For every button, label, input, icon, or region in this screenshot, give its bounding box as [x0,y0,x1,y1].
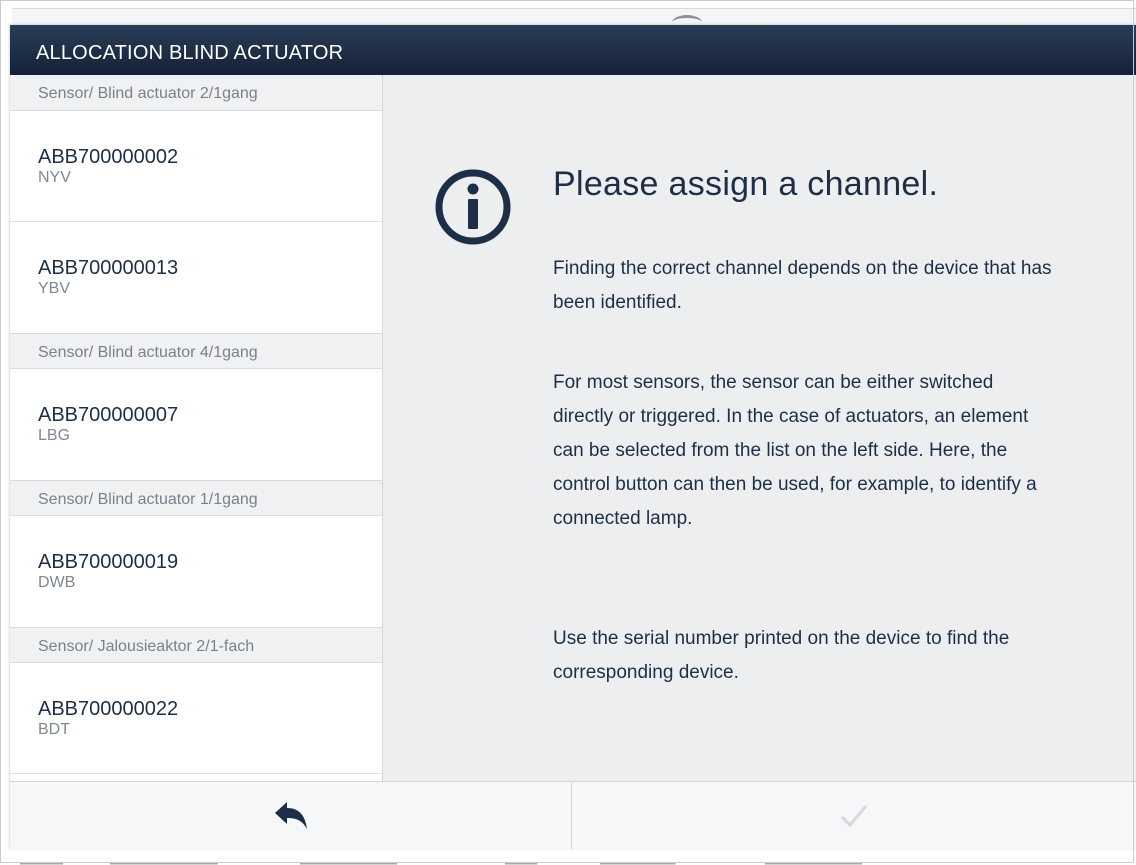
device-code: DWB [38,574,76,591]
group-header: Sensor/ Blind actuator 4/1gang [10,333,382,369]
group-header: Sensor/ Blind actuator 1/1gang [10,480,382,516]
device-item[interactable]: ABB700000013 YBV [10,222,382,333]
back-button[interactable] [10,782,572,849]
instructions-panel: Please assign a channel. Finding the cor… [383,75,1136,781]
device-item[interactable]: ABB700000002 NYV [10,111,382,222]
dialog-title: ALLOCATION BLIND ACTUATOR [10,25,1136,75]
device-serial: ABB700000013 [38,257,179,279]
device-code: NYV [38,169,71,186]
device-item[interactable]: ABB700000022 BDT [10,663,382,774]
allocation-dialog: ALLOCATION BLIND ACTUATOR Sensor/ Blind … [10,25,1136,849]
instruction-headline: Please assign a channel. [553,165,939,203]
device-serial: ABB700000007 [38,404,179,426]
info-circle-icon [435,169,511,245]
checkmark-icon [840,804,868,827]
confirm-button[interactable] [572,782,1136,849]
device-serial: ABB700000022 [38,698,179,720]
device-code: BDT [38,721,70,738]
device-serial: ABB700000002 [38,146,179,168]
device-item[interactable]: ABB700000019 DWB [10,516,382,627]
device-item[interactable]: ABB700000007 LBG [10,369,382,480]
instruction-paragraph: For most sensors, the sensor can be eith… [553,372,1037,529]
instruction-paragraph: Finding the correct channel depends on t… [553,258,1052,313]
device-code: YBV [38,280,71,297]
device-serial: ABB700000019 [38,551,179,573]
device-code: LBG [38,427,71,444]
back-arrow-icon [274,801,307,829]
group-header: Sensor/ Jalousieaktor 2/1-fach [10,627,382,663]
instruction-paragraph: Use the serial number printed on the dev… [553,628,1010,683]
device-list[interactable]: Sensor/ Blind actuator 2/1gang ABB700000… [10,75,383,781]
dialog-footer [10,781,1136,849]
background-app-header [12,8,1136,25]
group-header: Sensor/ Blind actuator 2/1gang [10,75,382,111]
